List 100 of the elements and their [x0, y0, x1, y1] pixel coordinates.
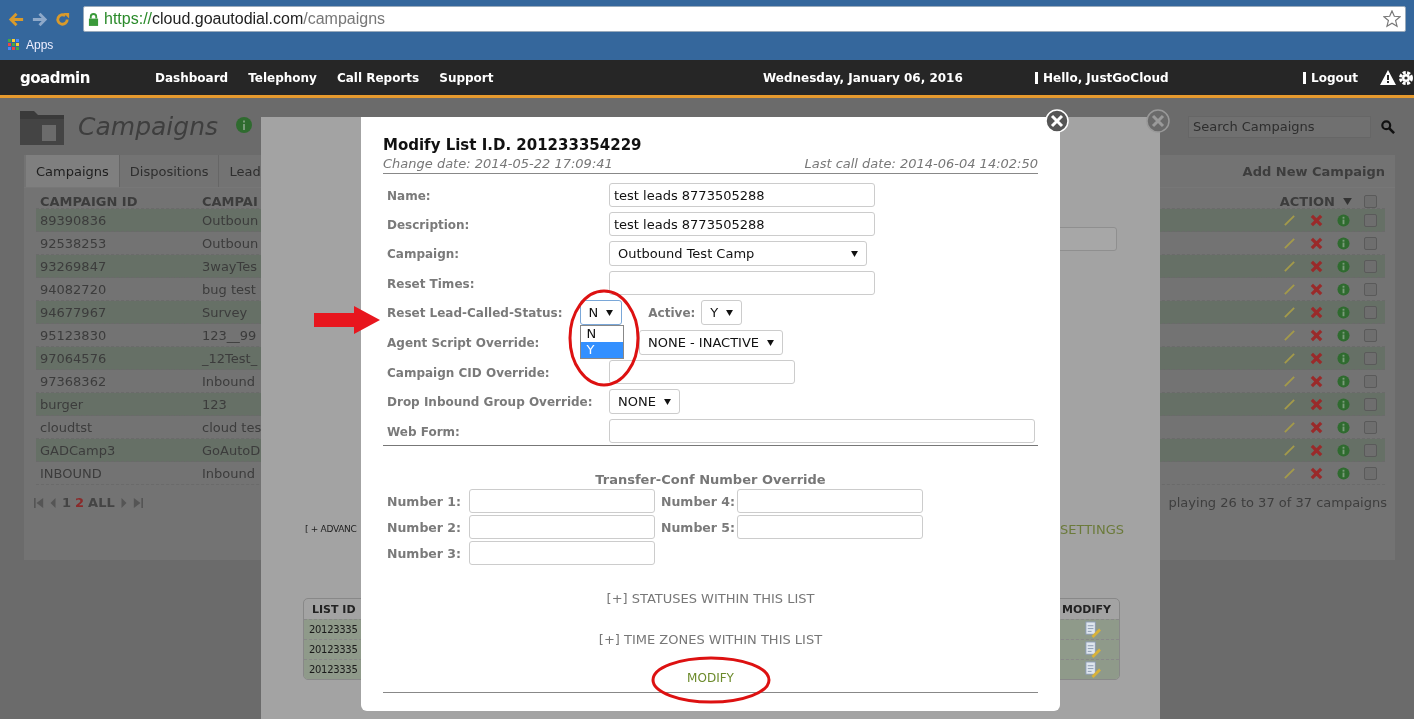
input-field[interactable] [737, 489, 923, 513]
input-field[interactable] [737, 515, 923, 539]
row-checkbox[interactable] [1364, 282, 1377, 296]
select-field[interactable]: NONE [609, 389, 680, 414]
pencil-icon[interactable] [1283, 305, 1296, 319]
column-header: LIST ID [312, 602, 356, 616]
delete-icon[interactable] [1310, 443, 1323, 457]
delete-icon[interactable] [1310, 282, 1323, 296]
caret-icon[interactable] [1343, 197, 1352, 205]
input-field[interactable] [609, 419, 1035, 443]
row-checkbox[interactable] [1364, 466, 1377, 480]
pencil-icon[interactable] [1283, 466, 1296, 480]
nav-link[interactable]: Support [439, 70, 494, 85]
row-checkbox[interactable] [1364, 374, 1377, 388]
caret-icon [606, 309, 614, 316]
pencil-icon[interactable] [1283, 259, 1296, 273]
info-icon[interactable] [1337, 374, 1350, 388]
pencil-icon[interactable] [1283, 397, 1296, 411]
pencil-icon[interactable] [1283, 213, 1296, 227]
section-heading: Transfer-Conf Number Override [594, 472, 827, 487]
nav-link[interactable]: Telephony [248, 70, 317, 85]
forward-icon[interactable] [31, 10, 48, 28]
field-label: Number 4: [660, 493, 737, 509]
info-icon[interactable] [1337, 397, 1350, 411]
field-label: Agent Script Override: [387, 336, 540, 350]
edit-document-icon[interactable] [1084, 661, 1101, 678]
expand-link[interactable]: [+] TIME ZONES WITHIN THIS LIST [598, 632, 823, 647]
info-icon[interactable] [1337, 282, 1350, 296]
select-field[interactable]: Outbound Test Camp [609, 241, 867, 266]
bookmark-link[interactable]: Apps [26, 38, 54, 52]
input-field[interactable]: test leads 8773505288 [609, 183, 875, 207]
row-checkbox[interactable] [1364, 420, 1377, 434]
pencil-icon[interactable] [1283, 374, 1296, 388]
field-label: Number 3: [387, 545, 463, 561]
edit-document-icon[interactable] [1084, 621, 1101, 638]
column-header: CAMPAIGN ID [40, 193, 139, 209]
info-icon[interactable] [1337, 420, 1350, 434]
input-field[interactable] [609, 271, 875, 295]
logout-link[interactable]: Logout [1303, 71, 1358, 84]
info-icon[interactable] [1337, 351, 1350, 365]
delete-icon[interactable] [1310, 236, 1323, 250]
field-label: Number 1: [387, 493, 463, 509]
delete-icon[interactable] [1310, 466, 1323, 480]
delete-icon[interactable] [1310, 213, 1323, 227]
search-field[interactable]: Search Campaigns [1188, 115, 1371, 138]
select-all-checkbox[interactable] [1364, 194, 1377, 208]
edit-document-icon[interactable] [1084, 641, 1101, 658]
dropdown-option[interactable]: N [580, 326, 623, 342]
row-checkbox[interactable] [1364, 328, 1377, 342]
delete-icon[interactable] [1310, 351, 1323, 365]
row-checkbox[interactable] [1364, 236, 1377, 250]
info-icon[interactable] [1337, 466, 1350, 480]
input-field[interactable]: test leads 8773505288 [609, 212, 875, 236]
input-field[interactable] [609, 360, 795, 384]
nav-link[interactable]: Call Reports [336, 70, 420, 85]
tab[interactable]: Campaigns [26, 155, 120, 187]
info-icon[interactable] [1337, 328, 1350, 342]
address-bar[interactable]: https://cloud.goautodial.com/campaigns [83, 6, 1406, 32]
pencil-icon[interactable] [1283, 420, 1296, 434]
info-icon[interactable] [1337, 213, 1350, 227]
expand-link[interactable]: [+] STATUSES WITHIN THIS LIST [606, 591, 815, 606]
delete-icon[interactable] [1310, 374, 1323, 388]
info-icon[interactable] [236, 116, 252, 133]
delete-icon[interactable] [1310, 328, 1323, 342]
input-field[interactable] [469, 489, 655, 513]
select-field[interactable]: Y [701, 300, 743, 325]
previous-page-icon[interactable] [48, 496, 58, 509]
delete-icon[interactable] [1310, 397, 1323, 411]
star-icon[interactable] [1383, 10, 1401, 28]
advanced-link[interactable]: [ + ADVANC [305, 524, 357, 534]
nav-link[interactable]: Dashboard [155, 70, 229, 85]
delete-icon[interactable] [1310, 259, 1323, 273]
reload-icon[interactable] [54, 10, 71, 28]
settings-icon[interactable] [1398, 69, 1414, 86]
search-icon[interactable] [1381, 119, 1395, 134]
input-field[interactable] [469, 515, 655, 539]
pencil-icon[interactable] [1283, 282, 1296, 296]
dialog-title: Modify List I.D. 201233354229 [383, 136, 643, 154]
info-icon[interactable] [1337, 236, 1350, 250]
field-label: Drop Inbound Group Override: [387, 395, 593, 409]
first-page-icon[interactable] [34, 496, 44, 509]
field-label: Campaign CID Override: [387, 365, 550, 380]
input-field[interactable] [469, 541, 655, 565]
info-icon[interactable] [1337, 305, 1350, 319]
last-page-icon[interactable] [132, 496, 143, 509]
pencil-icon[interactable] [1283, 443, 1296, 457]
back-icon[interactable] [8, 10, 25, 28]
info-icon[interactable] [1337, 443, 1350, 457]
delete-icon[interactable] [1310, 305, 1323, 319]
warning-icon[interactable] [1380, 70, 1396, 85]
select-field[interactable]: NONE - INACTIVE [639, 330, 784, 355]
info-icon[interactable] [1337, 259, 1350, 273]
pencil-icon[interactable] [1283, 236, 1296, 250]
pencil-icon[interactable] [1283, 328, 1296, 342]
modify-button[interactable]: MODIFY [683, 669, 738, 687]
caret-icon [726, 309, 734, 316]
pencil-icon[interactable] [1283, 351, 1296, 365]
delete-icon[interactable] [1310, 420, 1323, 434]
logo[interactable]: goadmin [20, 68, 155, 87]
caret-icon [851, 250, 858, 257]
